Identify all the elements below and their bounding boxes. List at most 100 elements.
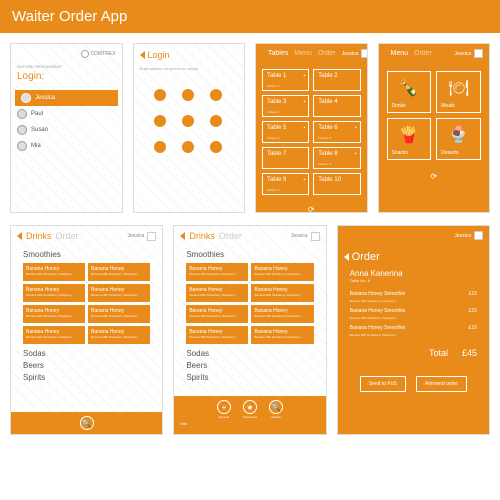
drink-item[interactable]: Banana HoneyBanana Milk Strawberry Raspb… bbox=[186, 305, 248, 323]
category-item[interactable]: Sodas bbox=[186, 348, 313, 360]
refresh-icon[interactable]: ⟳ bbox=[379, 168, 490, 185]
user-row[interactable]: Mia bbox=[11, 138, 122, 154]
table-orders: Orders: 2 bbox=[267, 188, 280, 192]
table-name: Table 8 bbox=[318, 151, 355, 157]
drink-item[interactable]: Banana HoneyBanana Milk Strawberry Raspb… bbox=[23, 284, 85, 302]
drink-item[interactable]: Banana HoneyBanana Milk Strawberry Raspb… bbox=[88, 284, 150, 302]
category-smoothies[interactable]: Smoothies bbox=[11, 246, 162, 261]
nav-tabs[interactable]: Tables Menu Order bbox=[262, 50, 342, 57]
category-item[interactable]: Spirits bbox=[186, 372, 313, 384]
category-item[interactable]: Beers bbox=[23, 360, 150, 372]
refresh-icon[interactable]: ⟳ bbox=[256, 201, 367, 213]
screen-menu: Menu Order Jessica 🍾Drinks🍽Meals🍟Snacks🍨… bbox=[378, 43, 491, 213]
app-header: Waiter Order App bbox=[0, 0, 500, 33]
table-name: Table 10 bbox=[318, 177, 355, 183]
order-item-price: £15 bbox=[469, 291, 477, 297]
tab-order[interactable]: Order bbox=[219, 231, 242, 241]
drink-item[interactable]: Banana HoneyBanana Milk Strawberry Raspb… bbox=[23, 263, 85, 281]
user-badge[interactable]: Jessica bbox=[291, 232, 320, 241]
deserts-icon: 🍨 bbox=[441, 125, 476, 145]
order-item-price: £15 bbox=[469, 308, 477, 314]
table-tile[interactable]: Table 5Orders: 2▪ bbox=[262, 121, 309, 143]
category-item[interactable]: Beers bbox=[186, 360, 313, 372]
search-button[interactable]: 🔍Search bbox=[269, 400, 283, 419]
drink-desc: Banana Milk Strawberry Raspberry bbox=[26, 314, 82, 318]
avatar-icon bbox=[361, 49, 367, 58]
table-orders: Orders: 2 bbox=[267, 136, 280, 140]
user-badge[interactable]: Jessica bbox=[454, 231, 483, 240]
drink-item[interactable]: Banana HoneyBanana Milk Strawberry Raspb… bbox=[88, 263, 150, 281]
drink-item[interactable]: Banana HoneyBanana Milk Strawberry Raspb… bbox=[88, 305, 150, 323]
user-badge[interactable]: Jessica bbox=[128, 232, 157, 241]
has-orders-icon: ▪ bbox=[303, 125, 305, 131]
total-label: Total bbox=[429, 348, 448, 358]
drink-desc: Banana Milk Strawberry Raspberry bbox=[26, 293, 82, 297]
order-item-name: Banana Honey Smoothie bbox=[350, 291, 406, 297]
category-smoothies[interactable]: Smoothies bbox=[174, 246, 325, 261]
nav-tabs[interactable]: Menu Order bbox=[385, 50, 438, 57]
order-line[interactable]: Banana Honey Smoothie£15 bbox=[338, 306, 489, 316]
drink-desc: Banana Milk Strawberry Raspberry bbox=[26, 272, 82, 276]
category-item[interactable]: Sodas bbox=[23, 348, 150, 360]
info-label[interactable]: Info bbox=[174, 421, 187, 426]
menu-tile[interactable]: 🍾 Drinks bbox=[387, 71, 432, 113]
back-icon[interactable] bbox=[17, 232, 22, 240]
favourites-icon: ★ bbox=[243, 400, 257, 414]
table-tile[interactable]: Table 10 bbox=[313, 173, 360, 195]
bottom-bar-expanded: +Expand ★Favourites 🔍Search Info bbox=[174, 396, 325, 434]
user-badge[interactable]: Jessica bbox=[342, 49, 368, 58]
tab-drinks[interactable]: Drinks bbox=[26, 231, 52, 241]
avatar-icon bbox=[17, 125, 27, 135]
menu-tile[interactable]: 🍨Deserts bbox=[436, 118, 481, 160]
drink-item[interactable]: Banana HoneyBanana Milk Strawberry Raspb… bbox=[23, 305, 85, 323]
drink-item[interactable]: Banana HoneyBanana Milk Strawberry Raspb… bbox=[186, 326, 248, 344]
user-row[interactable]: Jessica bbox=[15, 90, 118, 106]
table-tile[interactable]: Table 7 bbox=[262, 147, 309, 169]
table-tile[interactable]: Table 6Orders: 2▪ bbox=[313, 121, 360, 143]
drink-item[interactable]: Banana HoneyBanana Milk Strawberry Raspb… bbox=[186, 263, 248, 281]
send-to-pos-button[interactable]: Send to PoS bbox=[360, 376, 406, 392]
drink-desc: Banana Milk Strawberry Raspberry bbox=[254, 293, 310, 297]
order-line[interactable]: Banana Honey Smoothie £15 bbox=[338, 289, 489, 299]
menu-tile[interactable]: 🍽Meals bbox=[436, 71, 481, 113]
tab-order[interactable]: Order bbox=[56, 231, 79, 241]
avatar-icon bbox=[17, 109, 27, 119]
table-tile[interactable]: Table 9Orders: 2▪ bbox=[262, 173, 309, 195]
menu-label: Drinks bbox=[392, 103, 406, 109]
drink-item[interactable]: Banana HoneyBanana Milk Strawberry Raspb… bbox=[186, 284, 248, 302]
expand-button[interactable]: +Expand bbox=[217, 400, 231, 419]
avatar-icon bbox=[17, 141, 27, 151]
user-badge[interactable]: Jessica bbox=[454, 49, 483, 58]
table-tile[interactable]: Table 1Orders: 2▪ bbox=[262, 69, 309, 91]
back-icon[interactable] bbox=[140, 51, 145, 59]
drink-item[interactable]: Banana HoneyBanana Milk Strawberry Raspb… bbox=[251, 263, 313, 281]
favourites-button[interactable]: ★Favourites bbox=[243, 400, 257, 419]
drink-item[interactable]: Banana HoneyBanana Milk Strawberry Raspb… bbox=[251, 326, 313, 344]
back-icon[interactable] bbox=[344, 253, 349, 261]
drink-item[interactable]: Banana HoneyBanana Milk Strawberry Raspb… bbox=[251, 284, 313, 302]
table-tile[interactable]: Table 2 bbox=[313, 69, 360, 91]
tab-drinks[interactable]: Drinks bbox=[189, 231, 215, 241]
user-row[interactable]: Susan bbox=[11, 122, 122, 138]
back-icon[interactable] bbox=[180, 232, 185, 240]
drink-item[interactable]: Banana HoneyBanana Milk Strawberry Raspb… bbox=[88, 326, 150, 344]
table-tile[interactable]: Table 4 bbox=[313, 95, 360, 117]
table-tile[interactable]: Table 8Orders: 2▪ bbox=[313, 147, 360, 169]
order-item-desc: Banana Milk Strawberry Raspberry bbox=[338, 316, 489, 323]
category-item[interactable]: Spirits bbox=[23, 372, 150, 384]
user-row[interactable]: Paul bbox=[11, 106, 122, 122]
user-name: Susan bbox=[31, 127, 48, 133]
avatar-icon bbox=[21, 93, 31, 103]
drinks-icon: 🍾 bbox=[392, 78, 427, 98]
drink-item[interactable]: Banana HoneyBanana Milk Strawberry Raspb… bbox=[23, 326, 85, 344]
amend-order-button[interactable]: Ammend order bbox=[416, 376, 467, 392]
drink-desc: Banana Milk Strawberry Raspberry bbox=[189, 314, 245, 318]
screen-order: Jessica Order Anna Kanerina Table No. 8 … bbox=[337, 225, 490, 435]
pattern-grid[interactable] bbox=[154, 89, 224, 153]
order-line[interactable]: Banana Honey Smoothie£15 bbox=[338, 323, 489, 333]
search-icon[interactable]: 🔍 bbox=[80, 416, 94, 430]
menu-label: Meals bbox=[441, 103, 454, 109]
table-tile[interactable]: Table 3Orders: 2▪ bbox=[262, 95, 309, 117]
menu-tile[interactable]: 🍟Snacks bbox=[387, 118, 432, 160]
drink-item[interactable]: Banana HoneyBanana Milk Strawberry Raspb… bbox=[251, 305, 313, 323]
